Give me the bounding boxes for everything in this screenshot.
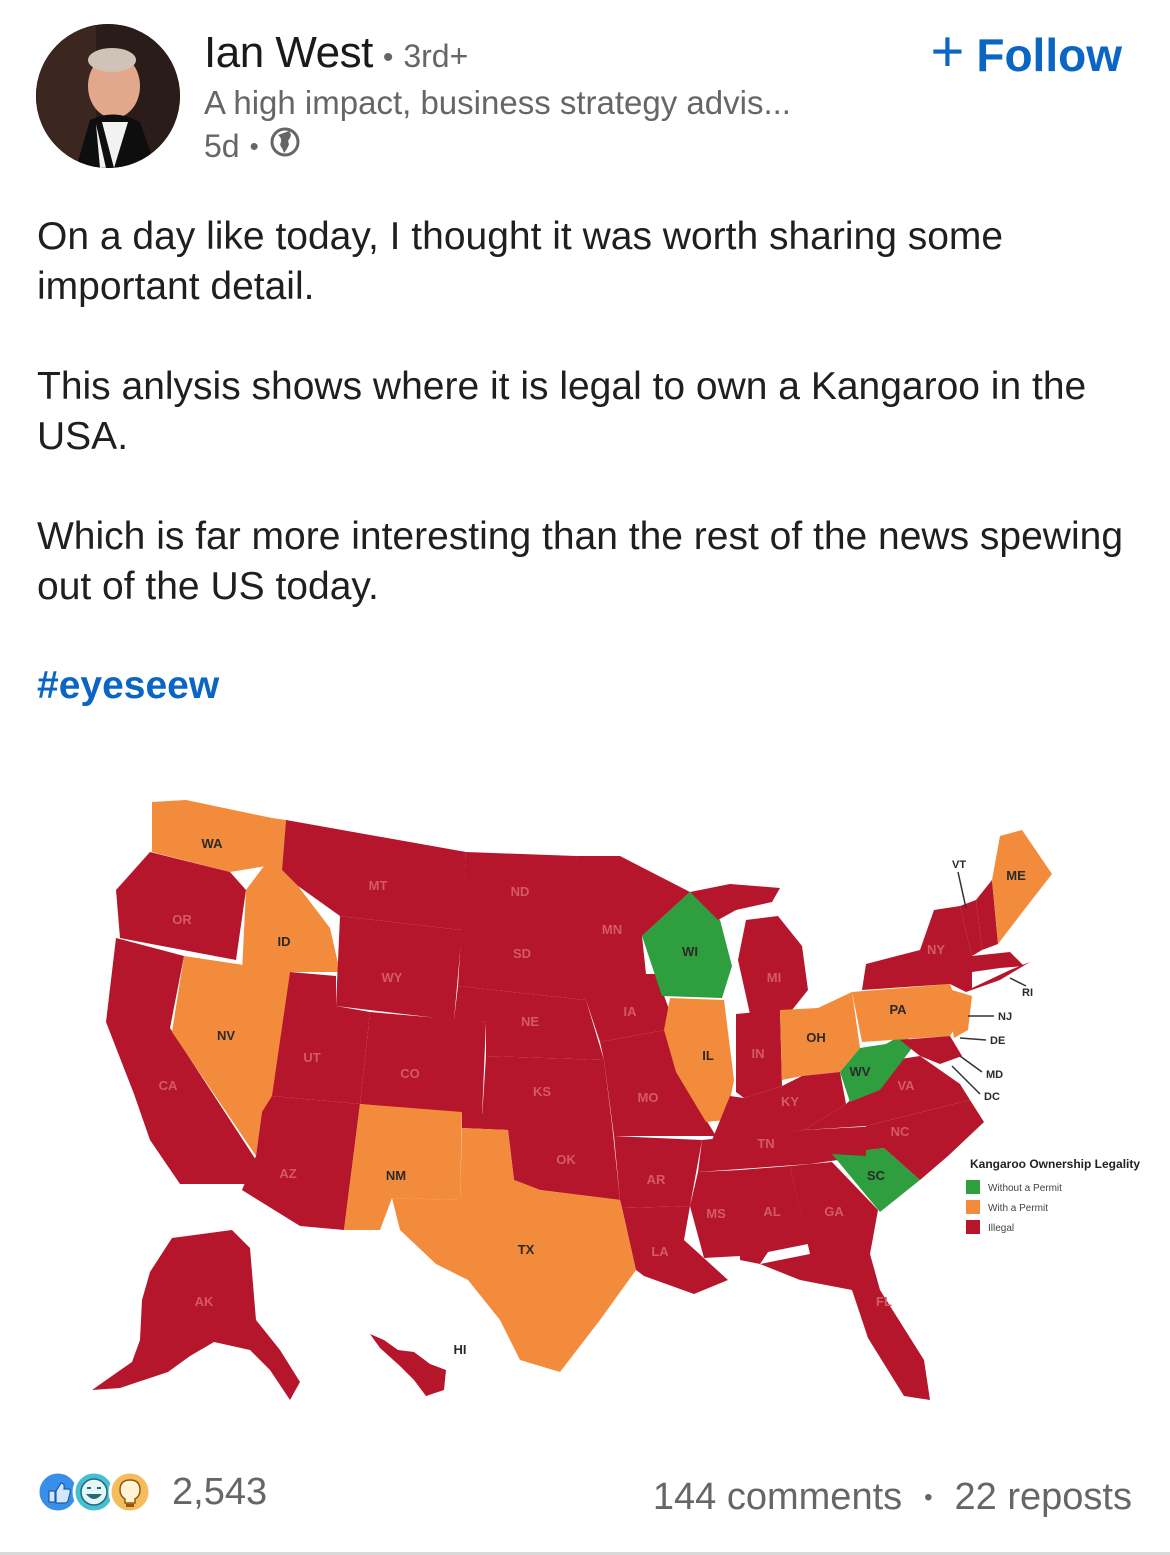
engagement-counts: 144 comments • 22 reposts [653,1476,1132,1519]
state-HI [370,1334,446,1396]
label-UT: UT [303,1050,320,1065]
legend-label: With a Permit [988,1203,1048,1214]
label-LA: LA [651,1244,669,1259]
label-KS: KS [533,1084,551,1099]
label-HI: HI [454,1342,467,1357]
post-time: 5d [204,127,240,164]
label-NV: NV [217,1028,235,1043]
legend-swatch-red [966,1220,980,1234]
label-IA: IA [624,1004,638,1019]
label-WI: WI [682,944,698,959]
legend-label: Illegal [988,1223,1014,1234]
label-NC: NC [891,1124,910,1139]
label-AL: AL [763,1204,780,1219]
post-paragraph: Which is far more interesting than the r… [37,515,1124,608]
label-KY: KY [781,1094,799,1109]
label-FL: FL [876,1294,892,1309]
state-PA [852,984,962,1042]
legend-swatch-orange [966,1200,980,1214]
state-AK [92,1230,300,1400]
legend-swatch-green [966,1180,980,1194]
label-WY: WY [382,970,403,985]
separator-dot: • [924,1483,933,1511]
post-paragraph: On a day like today, I thought it was wo… [37,215,1004,308]
label-IN: IN [752,1046,765,1061]
connection-degree: 3rd+ [403,38,469,74]
label-CA: CA [159,1078,178,1093]
post-header: Ian West • 3rd+ A high impact, business … [36,22,1136,172]
state-NJ [950,990,972,1038]
post-paragraph: This anlysis shows where it is legal to … [37,365,1087,458]
like-icon [36,1470,80,1514]
label-MO: MO [638,1090,659,1105]
label-IL: IL [702,1048,714,1063]
social-counts: 2,543 144 comments • 22 reposts [36,1470,1136,1530]
reposts-link[interactable]: 22 reposts [955,1476,1132,1519]
separator-dot: • [382,41,394,74]
label-ND: ND [511,884,530,899]
insightful-icon [108,1470,152,1514]
label-MS: MS [706,1206,726,1221]
label-AK: AK [195,1294,214,1309]
state-FL [760,1254,930,1400]
label-NJ: NJ [998,1011,1012,1023]
label-VA: VA [897,1078,915,1093]
label-NY: NY [927,942,945,957]
label-MI: MI [767,970,781,985]
label-OR: OR [172,912,192,927]
label-OH: OH [806,1030,826,1045]
author-name[interactable]: Ian West [204,28,373,78]
label-DE: DE [990,1035,1005,1047]
label-TX: TX [518,1242,535,1257]
author-meta: Ian West • 3rd+ A high impact, business … [204,28,791,166]
label-WV: WV [850,1064,871,1079]
label-MN: MN [602,922,622,937]
plus-icon: + [930,19,965,84]
label-DC: DC [984,1091,1000,1103]
label-VT: VT [952,859,966,871]
label-ME: ME [1006,868,1026,883]
legend-label: Without a Permit [988,1183,1062,1194]
reaction-icons [36,1470,152,1514]
label-WA: WA [202,836,224,851]
kangaroo-legality-map: WA OR CA ID NV MT WY UT CO AZ NM ND SD N… [92,800,1140,1400]
post-body: On a day like today, I thought it was wo… [37,212,1137,662]
state-CO [360,1012,486,1116]
label-NE: NE [521,1014,539,1029]
post-image[interactable]: WA OR CA ID NV MT WY UT CO AZ NM ND SD N… [0,760,1170,1450]
label-TN: TN [757,1136,774,1151]
label-PA: PA [889,1002,907,1017]
legend-title: Kangaroo Ownership Legality [970,1157,1140,1171]
reaction-count: 2,543 [172,1470,268,1513]
label-OK: OK [556,1152,576,1167]
separator-dot: • [249,130,259,161]
avatar-image [36,24,180,168]
follow-label: Follow [976,29,1122,81]
label-CO: CO [400,1066,420,1081]
label-GA: GA [824,1204,844,1219]
label-MT: MT [369,878,388,893]
label-NM: NM [386,1168,406,1183]
author-headline: A high impact, business strategy advis..… [204,84,791,121]
label-ID: ID [278,934,291,949]
state-MI [738,916,808,1014]
state-ME [992,830,1052,944]
label-AZ: AZ [279,1166,296,1181]
label-SD: SD [513,946,531,961]
comments-link[interactable]: 144 comments [653,1476,902,1519]
follow-button[interactable]: + Follow [930,23,1122,82]
funny-icon [72,1470,116,1514]
label-MD: MD [986,1069,1003,1081]
hashtag-link[interactable]: #eyeseew [37,664,219,708]
label-RI: RI [1022,987,1033,999]
label-SC: SC [867,1168,886,1183]
globe-icon [269,126,301,166]
avatar[interactable] [36,24,180,168]
label-AR: AR [647,1172,666,1187]
reactions-summary[interactable]: 2,543 [36,1470,267,1514]
state-WY [336,916,462,1020]
